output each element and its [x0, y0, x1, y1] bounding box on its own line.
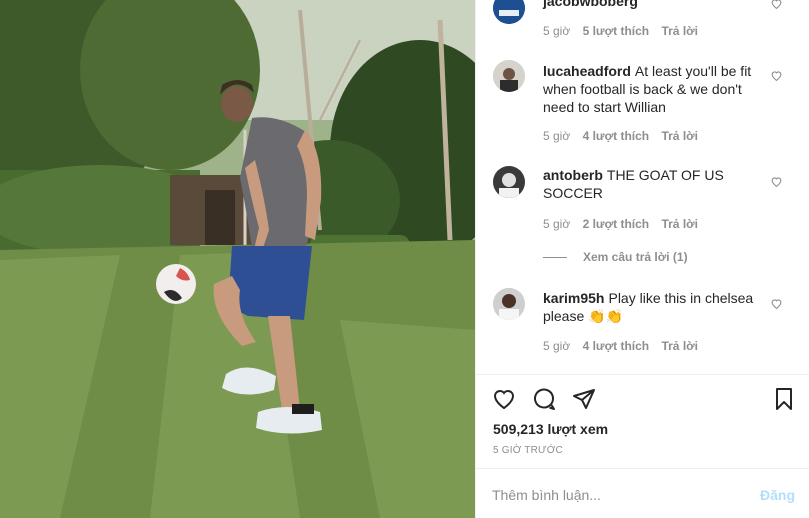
comments-list[interactable]: jacobwboberg 5 giờ 5 lượt thích Trả lời …	[476, 0, 809, 374]
comment-username[interactable]: antoberb	[543, 167, 603, 183]
comment-likes[interactable]: 5 lượt thích	[583, 24, 650, 38]
comment-text: lucaheadford At least you'll be fit when …	[543, 62, 758, 116]
view-replies-button[interactable]: Xem câu trả lời (1)	[543, 250, 688, 264]
like-comment-heart-icon[interactable]	[770, 69, 783, 82]
reply-button[interactable]: Trả lời	[661, 217, 698, 231]
avatar[interactable]	[493, 0, 525, 24]
reply-button[interactable]: Trả lời	[661, 339, 698, 353]
avatar[interactable]	[493, 166, 525, 198]
reply-button[interactable]: Trả lời	[661, 24, 698, 38]
view-count[interactable]: 509,213 lượt xem	[493, 421, 608, 437]
avatar-blue-logo-icon	[493, 0, 525, 24]
avatar-photo-icon	[493, 288, 525, 320]
comment-username[interactable]: lucaheadford	[543, 63, 631, 79]
comment-time[interactable]: 5 giờ	[543, 339, 570, 353]
comment-text: antoberb THE GOAT OF US SOCCER	[543, 166, 758, 202]
avatar-photo-icon	[493, 166, 525, 198]
replies-divider	[543, 256, 567, 258]
comment-username[interactable]: karim95h	[543, 290, 604, 306]
bookmark-icon[interactable]	[772, 387, 796, 411]
view-replies-label: Xem câu trả lời (1)	[583, 250, 688, 264]
avatar[interactable]	[493, 288, 525, 320]
comment-time[interactable]: 5 giờ	[543, 217, 570, 231]
like-comment-heart-icon[interactable]	[770, 0, 783, 10]
comment-meta: 5 giờ 4 lượt thích Trả lời	[543, 339, 707, 353]
comment-meta: 5 giờ 5 lượt thích Trả lời	[543, 24, 707, 38]
comment-likes[interactable]: 4 lượt thích	[583, 129, 650, 143]
comment-meta: 5 giờ 2 lượt thích Trả lời	[543, 217, 707, 231]
comment-input[interactable]: Thêm bình luận...	[492, 487, 601, 503]
like-comment-heart-icon[interactable]	[770, 297, 783, 310]
comment-meta: 5 giờ 4 lượt thích Trả lời	[543, 129, 707, 143]
comment-time[interactable]: 5 giờ	[543, 129, 570, 143]
post-timestamp[interactable]: 5 GIỜ TRƯỚC	[493, 445, 563, 456]
comment-likes[interactable]: 2 lượt thích	[583, 217, 650, 231]
video-frame-illustration	[0, 0, 475, 518]
post-side-panel: jacobwboberg 5 giờ 5 lượt thích Trả lời …	[475, 0, 809, 518]
post-comment-button[interactable]: Đăng	[760, 487, 795, 503]
comment-username[interactable]: jacobwboberg	[543, 0, 638, 9]
like-comment-heart-icon[interactable]	[770, 175, 783, 188]
comment-likes[interactable]: 4 lượt thích	[583, 339, 650, 353]
avatar-photo-icon	[493, 60, 525, 92]
share-icon[interactable]	[572, 387, 596, 411]
comment-time[interactable]: 5 giờ	[543, 24, 570, 38]
comment-text: karim95h Play like this in chelsea please…	[543, 289, 758, 325]
post-video[interactable]	[0, 0, 475, 518]
comment-icon[interactable]	[532, 387, 556, 411]
post-actions: 509,213 lượt xem 5 GIỜ TRƯỚC	[476, 374, 809, 468]
avatar[interactable]	[493, 60, 525, 92]
reply-button[interactable]: Trả lời	[661, 129, 698, 143]
add-comment-bar: Thêm bình luận... Đăng	[476, 468, 809, 518]
comment-text: jacobwboberg	[543, 0, 758, 10]
heart-icon[interactable]	[492, 387, 516, 411]
